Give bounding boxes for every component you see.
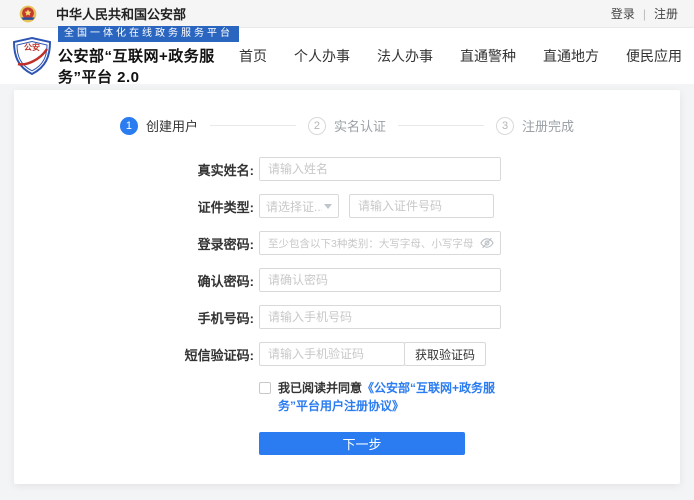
step-connector — [210, 125, 296, 126]
agreement-row: 我已阅读并同意《公安部“互联网+政务服务”平台用户注册协议》 — [14, 379, 680, 415]
id-type-label: 证件类型: — [14, 197, 254, 216]
register-link[interactable]: 注册 — [654, 5, 678, 22]
password-input[interactable] — [259, 231, 501, 255]
svg-text:公安: 公安 — [24, 42, 40, 52]
main-nav: 首页 个人办事 法人办事 直通警种 直通地方 便民应用 — [239, 46, 686, 66]
chevron-down-icon — [324, 204, 332, 209]
id-type-row: 证件类型: 请选择证... — [14, 194, 680, 218]
step-connector — [398, 125, 484, 126]
nav-item-local[interactable]: 直通地方 — [543, 46, 599, 66]
top-bar: 中华人民共和国公安部 登录 | 注册 — [0, 0, 694, 28]
sms-code-input[interactable] — [259, 342, 405, 366]
get-sms-code-button[interactable]: 获取验证码 — [404, 342, 486, 366]
auth-links: 登录 | 注册 — [611, 5, 684, 22]
eye-slash-icon[interactable] — [479, 235, 495, 251]
real-name-row: 真实姓名: — [14, 157, 680, 181]
phone-label: 手机号码: — [14, 308, 254, 327]
agreement-checkbox[interactable] — [259, 382, 271, 394]
main-area: 1 创建用户 2 实名认证 3 注册完成 真实姓名: — [0, 84, 694, 484]
shield-logo-icon: 公安 — [10, 36, 54, 76]
header: 公安 全国一体化在线政务服务平台 公安部“互联网+政务服务”平台 2.0 首页 … — [0, 28, 694, 84]
phone-row: 手机号码: — [14, 305, 680, 329]
step-2-circle: 2 — [308, 117, 326, 135]
nav-item-home[interactable]: 首页 — [239, 46, 267, 66]
platform-badge: 全国一体化在线政务服务平台 — [58, 26, 239, 42]
nav-item-legal[interactable]: 法人办事 — [377, 46, 433, 66]
step-create-user: 1 创建用户 — [120, 116, 198, 135]
step-1-circle: 1 — [120, 117, 138, 135]
next-step-button[interactable]: 下一步 — [259, 432, 465, 455]
password-label: 登录密码: — [14, 234, 254, 253]
step-indicator: 1 创建用户 2 实名认证 3 注册完成 — [14, 90, 680, 135]
confirm-password-label: 确认密码: — [14, 271, 254, 290]
page-title: 公安部“互联网+政务服务”平台 2.0 — [58, 45, 239, 87]
login-link[interactable]: 登录 — [611, 5, 635, 22]
sms-code-label: 短信验证码: — [14, 345, 254, 364]
submit-row: 下一步 — [14, 432, 680, 455]
password-row: 登录密码: — [14, 231, 680, 255]
real-name-input[interactable] — [259, 157, 501, 181]
nav-item-police-type[interactable]: 直通警种 — [460, 46, 516, 66]
real-name-label: 真实姓名: — [14, 160, 254, 179]
step-1-label: 创建用户 — [146, 116, 198, 135]
step-register-done: 3 注册完成 — [496, 116, 574, 135]
site-name: 中华人民共和国公安部 — [56, 4, 186, 23]
register-form: 真实姓名: 证件类型: 请选择证... 登录密码: — [14, 157, 680, 455]
brand-block: 全国一体化在线政务服务平台 公安部“互联网+政务服务”平台 2.0 — [58, 26, 239, 87]
id-type-select[interactable]: 请选择证... — [259, 194, 339, 218]
agreement-text: 我已阅读并同意《公安部“互联网+政务服务”平台用户注册协议》 — [278, 379, 516, 415]
auth-divider: | — [643, 7, 646, 21]
id-number-input[interactable] — [349, 194, 494, 218]
step-real-name-auth: 2 实名认证 — [308, 116, 386, 135]
step-2-label: 实名认证 — [334, 116, 386, 135]
nav-item-personal[interactable]: 个人办事 — [294, 46, 350, 66]
step-3-label: 注册完成 — [522, 116, 574, 135]
step-3-circle: 3 — [496, 117, 514, 135]
nav-item-apps[interactable]: 便民应用 — [626, 46, 682, 66]
agreement-prefix: 我已阅读并同意 — [278, 381, 362, 395]
id-type-select-placeholder: 请选择证... — [266, 198, 322, 215]
confirm-password-input[interactable] — [259, 268, 501, 292]
police-emblem-icon — [18, 4, 38, 24]
register-card: 1 创建用户 2 实名认证 3 注册完成 真实姓名: — [14, 90, 680, 484]
confirm-password-row: 确认密码: — [14, 268, 680, 292]
phone-input[interactable] — [259, 305, 501, 329]
sms-code-row: 短信验证码: 获取验证码 — [14, 342, 680, 366]
